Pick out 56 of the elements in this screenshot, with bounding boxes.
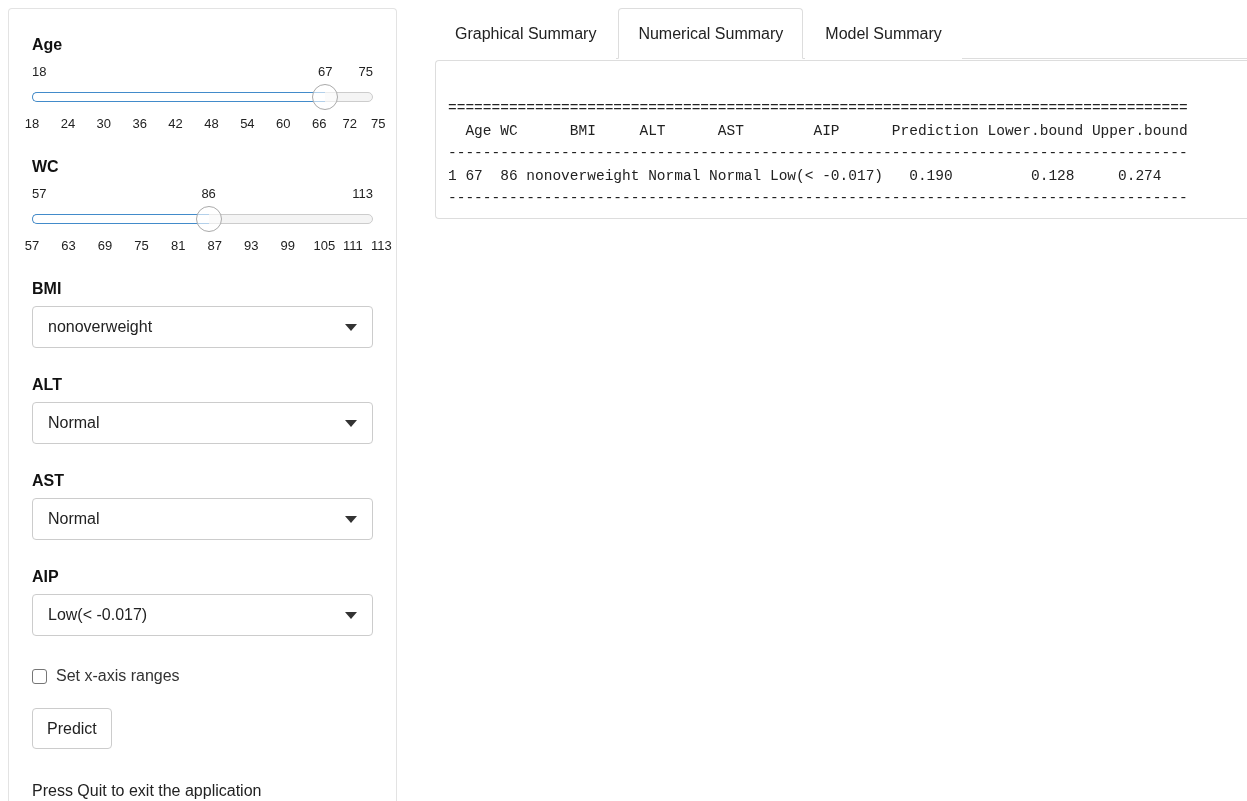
predict-button[interactable]: Predict: [32, 708, 112, 749]
tick-label: 30: [96, 116, 111, 132]
tick-label: 81: [170, 238, 186, 254]
tick-label: 63: [61, 238, 76, 254]
slider-min: 18: [32, 64, 47, 80]
checkbox-label: Set x-axis ranges: [56, 667, 180, 685]
tick-label: 75: [134, 238, 149, 254]
tick-label: 60: [276, 116, 291, 132]
caret-icon: [345, 323, 357, 331]
slider[interactable]: [32, 84, 373, 110]
tick-label: 105: [313, 238, 336, 254]
select-label: ALT: [32, 376, 63, 394]
output-line: =====================================================================================: [448, 99, 1189, 118]
tick-label: 57: [24, 238, 40, 254]
tick-label: 42: [168, 116, 183, 132]
tick-label: 66: [311, 116, 327, 132]
dropdown[interactable]: Normal: [32, 498, 373, 540]
output-line: -------------------------------------------------------------------------------------: [448, 144, 1189, 163]
tick-label: 69: [97, 238, 113, 254]
dropdown[interactable]: Normal: [32, 402, 373, 444]
slider-handle[interactable]: [312, 84, 339, 110]
slider-max: 113: [352, 186, 373, 202]
tick-label: 113: [371, 238, 392, 254]
tab[interactable]: Numerical Summary: [618, 8, 804, 59]
tick-label: 18: [24, 116, 40, 132]
caret-icon: [345, 419, 357, 427]
slider-max: 75: [358, 64, 373, 80]
tick-label: 93: [243, 238, 259, 254]
select-label: BMI: [32, 280, 63, 298]
dropdown[interactable]: Low(< -0.017): [32, 594, 373, 636]
tick-label: 48: [204, 116, 219, 132]
tick-label: 72: [342, 116, 358, 132]
tick-label: 24: [60, 116, 76, 132]
slider-handle[interactable]: [195, 206, 222, 232]
checkbox[interactable]: [32, 668, 47, 684]
tick-label: 54: [240, 116, 255, 132]
slider[interactable]: [32, 206, 373, 232]
output-line: Age WC BMI ALT AST AIP Prediction Lower.bound Upper.bound: [464, 121, 1189, 141]
caret-icon: [345, 611, 357, 619]
select-label: AIP: [32, 568, 60, 586]
output-line: 1 67 86 nonoverweight Normal Normal Low(< -0.017) 0.190 0.128 0.274: [448, 166, 1163, 186]
tick-label: 75: [371, 116, 386, 132]
tick-label: 99: [280, 238, 295, 254]
caret-icon: [345, 515, 357, 523]
tick-label: 36: [132, 116, 147, 132]
slider-label: Age: [32, 36, 64, 54]
tick-label: 111: [343, 238, 363, 254]
slider-label: WC: [32, 158, 60, 176]
slider-min: 57: [32, 186, 47, 202]
dropdown[interactable]: nonoverweight: [32, 306, 373, 348]
slider-value: 86: [201, 186, 216, 202]
select-label: AST: [32, 472, 65, 490]
slider-value: 67: [318, 64, 333, 80]
quit-note: Press Quit to exit the application: [32, 782, 263, 800]
tick-label: 87: [207, 238, 222, 254]
output-line: -------------------------------------------------------------------------------------: [448, 189, 1189, 208]
